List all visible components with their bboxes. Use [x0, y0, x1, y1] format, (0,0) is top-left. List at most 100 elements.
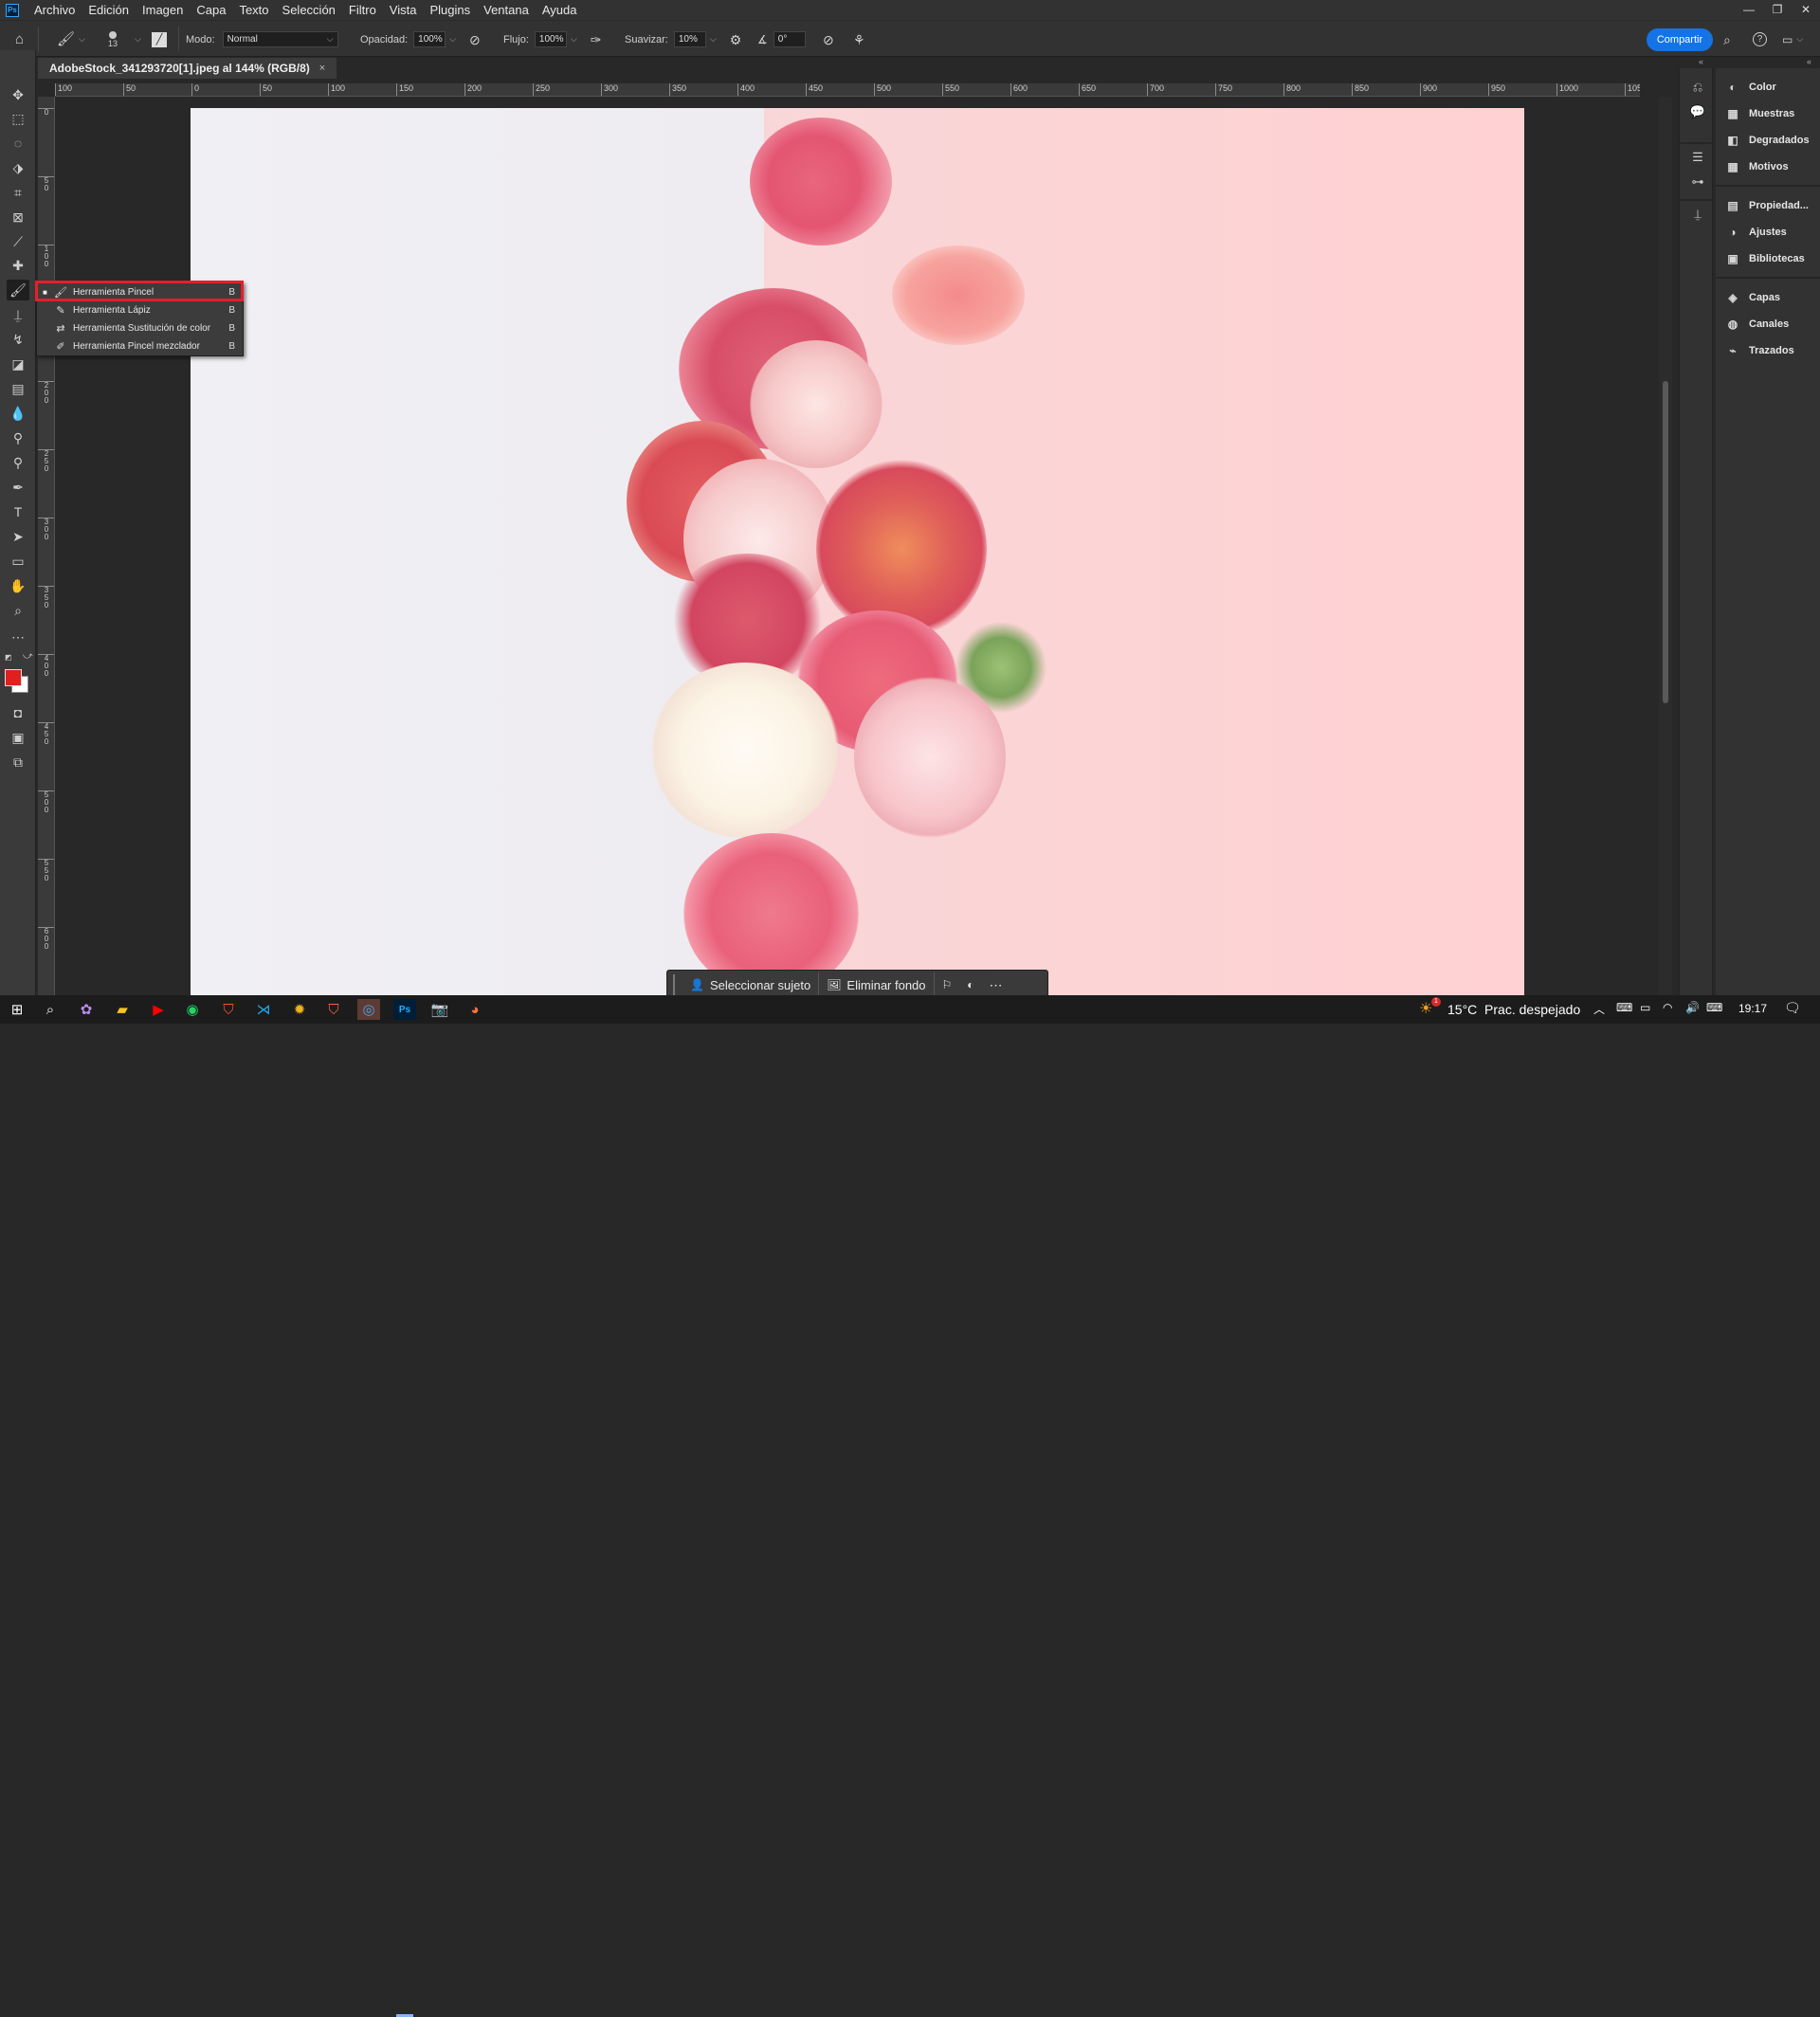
brave-2-icon[interactable]: ⛉ — [322, 999, 345, 1020]
app-icon[interactable]: ✿ — [75, 999, 98, 1020]
collapse-icons-icon[interactable]: « — [1699, 57, 1703, 66]
comments-icon[interactable]: 💬 — [1688, 104, 1707, 123]
search-icon[interactable]: ⌕ — [1723, 21, 1731, 58]
pin-icon[interactable]: ⚐ — [935, 972, 960, 998]
object-selection-tool-icon[interactable]: ⬗ — [7, 157, 29, 178]
toggle-icon[interactable]: ◐ — [959, 972, 981, 998]
gradient-tool-icon[interactable]: ▤ — [7, 378, 29, 399]
help-icon[interactable]: ? — [1753, 21, 1767, 58]
quick-mask-icon[interactable]: ◘ — [7, 702, 29, 723]
flyout-item-color-replacement[interactable]: ⇄ Herramienta Sustitución de color B — [37, 319, 243, 337]
clone-stamp-tool-icon[interactable]: ⍊ — [7, 304, 29, 325]
file-explorer-icon[interactable]: ▰ — [111, 999, 134, 1020]
menu-plugins[interactable]: Plugins — [423, 3, 477, 17]
language-icon[interactable]: ⌨ — [1616, 1001, 1632, 1014]
remove-background-button[interactable]: 🖼 Eliminar fondo — [819, 972, 933, 998]
panel-channels[interactable]: ◍ Canales — [1716, 314, 1820, 335]
hand-tool-icon[interactable]: ✋ — [7, 575, 29, 596]
collapse-panels-icon[interactable]: « — [1807, 57, 1811, 66]
photoshop-taskbar-icon[interactable]: Ps — [393, 999, 416, 1020]
menu-vista[interactable]: Vista — [383, 3, 424, 17]
pressure-size-icon[interactable]: ⊘ — [823, 21, 834, 58]
panel-properties[interactable]: ▤ Propiedad... — [1716, 195, 1820, 216]
default-colors-icon[interactable]: ◩ — [5, 653, 12, 662]
chevron-up-icon[interactable]: ︿ — [1593, 1001, 1605, 1017]
youtube-icon[interactable]: ▶ — [147, 999, 170, 1020]
gear-icon[interactable]: ⚙ — [730, 33, 742, 46]
brush-tool-icon[interactable]: 🖌 — [7, 280, 29, 300]
pressure-opacity-icon[interactable]: ⊘ — [469, 33, 481, 46]
chevron-down-icon[interactable]: ⌵ — [131, 21, 141, 58]
brush-tool-preset-icon[interactable]: 🖌 ⌵ — [57, 21, 85, 58]
menu-seleccion[interactable]: Selección — [276, 3, 342, 17]
menu-filtro[interactable]: Filtro — [342, 3, 383, 17]
display-icon[interactable]: ▭ — [1640, 1001, 1650, 1014]
windows-start-icon[interactable]: ⊞ — [6, 999, 28, 1020]
panel-color[interactable]: ◐ Color — [1716, 77, 1820, 98]
eyedropper-tool-icon[interactable]: ⟋ — [7, 231, 29, 252]
marquee-tool-icon[interactable]: ⬚ — [7, 108, 29, 129]
chrome-icon[interactable]: ◎ — [357, 999, 380, 1020]
dodge-tool-icon[interactable]: ⚲ — [7, 427, 29, 448]
panel-swatches[interactable]: ▦ Muestras — [1716, 103, 1820, 124]
crop-tool-icon[interactable]: ⌗ — [7, 182, 29, 203]
volume-icon[interactable]: 🔊 — [1685, 1001, 1700, 1014]
share-button[interactable]: Compartir — [1647, 28, 1713, 51]
whatsapp-icon[interactable]: ◉ — [181, 999, 204, 1020]
workspace-icon[interactable]: ▭ ⌵ — [1782, 21, 1803, 58]
blur-tool-icon[interactable]: 💧 — [7, 403, 29, 424]
panel-layers[interactable]: ◈ Capas — [1716, 287, 1820, 308]
clone-source-icon[interactable]: ⍊ — [1688, 207, 1707, 226]
flow-input[interactable]: 100% — [534, 31, 567, 47]
adjustments-panel-icon[interactable]: ⊶ — [1688, 174, 1707, 193]
more-tools-icon[interactable]: ⋯ — [7, 627, 29, 647]
workspace[interactable] — [55, 97, 1659, 1002]
panel-gradients[interactable]: ◧ Degradados — [1716, 130, 1820, 151]
camera-icon[interactable]: 📷 — [428, 999, 451, 1020]
menu-texto[interactable]: Texto — [232, 3, 275, 17]
chevron-down-icon[interactable]: ⌵ — [571, 34, 577, 45]
select-subject-button[interactable]: 👤 Seleccionar sujeto — [682, 972, 818, 998]
magnifier-tool-icon[interactable]: ⚲ — [7, 452, 29, 473]
rectangle-tool-icon[interactable]: ▭ — [7, 551, 29, 572]
brush-settings-icon[interactable]: ╱ — [152, 21, 167, 58]
panel-libraries[interactable]: ▣ Bibliotecas — [1716, 248, 1820, 269]
document-canvas[interactable] — [191, 108, 1524, 1002]
firefox-icon[interactable]: ◕ — [464, 999, 486, 1020]
history-icon[interactable]: ⎌ — [1688, 80, 1707, 99]
menu-archivo[interactable]: Archivo — [27, 3, 82, 17]
restore-button[interactable]: ❐ — [1763, 0, 1792, 20]
close-window-button[interactable]: ✕ — [1792, 0, 1820, 20]
brush-size-picker[interactable]: 13 — [108, 21, 118, 58]
history-brush-tool-icon[interactable]: ↯ — [7, 329, 29, 350]
pen-tool-icon[interactable]: ✒ — [7, 477, 29, 498]
search-taskbar-icon[interactable]: ⌕ — [39, 999, 62, 1020]
frame-tool-icon[interactable]: ⊠ — [7, 207, 29, 227]
symmetry-icon[interactable]: ⚘ — [853, 21, 865, 58]
share-for-review-icon[interactable]: ⧉ — [7, 752, 29, 772]
swap-colors-icon[interactable]: ⤻ — [23, 651, 33, 662]
move-tool-icon[interactable]: ✥ — [7, 84, 29, 105]
type-tool-icon[interactable]: T — [7, 501, 29, 522]
keyboard-icon[interactable]: ⌨ — [1706, 1001, 1722, 1014]
clock[interactable]: 19:17 — [1738, 1002, 1767, 1015]
eraser-tool-icon[interactable]: ◪ — [7, 354, 29, 374]
vertical-scrollbar[interactable] — [1659, 97, 1672, 1002]
chevron-down-icon[interactable]: ⌵ — [710, 34, 717, 45]
document-tab[interactable]: AdobeStock_341293720[1].jpeg al 144% (RG… — [38, 58, 337, 79]
brave-icon[interactable]: ⛉ — [217, 999, 240, 1020]
minimize-button[interactable]: — — [1735, 0, 1763, 20]
airbrush-icon[interactable]: ✑ — [591, 33, 602, 46]
angle-input[interactable]: 0° — [773, 31, 806, 47]
wifi-icon[interactable]: ◠ — [1663, 1001, 1672, 1014]
menu-ayuda[interactable]: Ayuda — [536, 3, 584, 17]
menu-edicion[interactable]: Edición — [82, 3, 136, 17]
flyout-item-brush[interactable]: ■ 🖌 Herramienta Pincel B — [37, 283, 243, 301]
close-tab-icon[interactable]: × — [319, 63, 325, 74]
weather-text[interactable]: 15°C Prac. despejado — [1447, 1002, 1580, 1017]
opacity-input[interactable]: 100% — [413, 31, 446, 47]
zoom-tool-icon[interactable]: ⌕ — [7, 600, 29, 621]
drag-handle[interactable] — [673, 974, 677, 995]
app-icon-2[interactable]: ✹ — [288, 999, 311, 1020]
smoothing-input[interactable]: 10% — [673, 31, 706, 47]
